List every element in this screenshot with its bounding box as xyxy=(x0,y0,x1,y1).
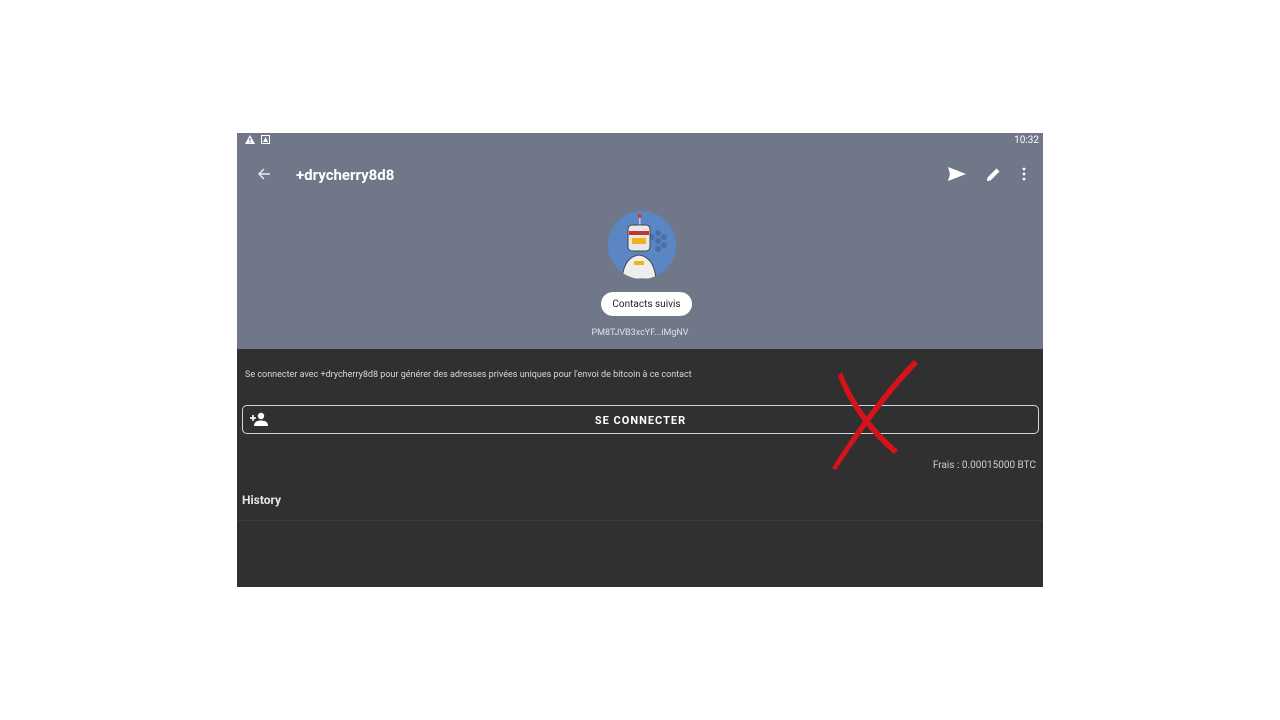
send-button[interactable] xyxy=(945,163,969,185)
paynym-code[interactable]: PM8TJVB3xcYF...iMgNV xyxy=(237,328,1043,338)
contact-title: +drycherry8d8 xyxy=(296,166,395,184)
back-button[interactable] xyxy=(253,163,275,185)
contact-avatar[interactable] xyxy=(608,211,676,279)
edit-button[interactable] xyxy=(982,163,1004,185)
edit-pencil-icon xyxy=(986,168,999,181)
arrow-back-icon xyxy=(258,168,270,180)
status-bar: 10:32 xyxy=(237,133,1043,149)
notification-icon xyxy=(261,135,270,147)
history-title: History xyxy=(242,493,282,507)
more-options-button[interactable] xyxy=(1015,163,1033,185)
connect-button-label: SE CONNECTER xyxy=(594,414,687,427)
profile-header: 10:32 +drycherry8d8 Contacts suivis PM8T… xyxy=(237,133,1043,349)
history-divider xyxy=(237,520,1043,521)
warning-icon xyxy=(245,135,255,147)
app-screen: 10:32 +drycherry8d8 Contacts suivis PM8T… xyxy=(237,133,1043,587)
robot-avatar-icon xyxy=(608,211,676,279)
fees-text: Frais : 0.00015000 BTC xyxy=(932,460,1036,471)
connect-description: Se connecter avec +drycherry8d8 pour gén… xyxy=(245,370,692,380)
following-chip[interactable]: Contacts suivis xyxy=(601,292,692,316)
send-icon xyxy=(948,167,966,181)
more-vert-icon xyxy=(1022,167,1026,181)
connect-button[interactable]: SE CONNECTER xyxy=(242,405,1039,434)
status-time: 10:32 xyxy=(1014,135,1039,146)
